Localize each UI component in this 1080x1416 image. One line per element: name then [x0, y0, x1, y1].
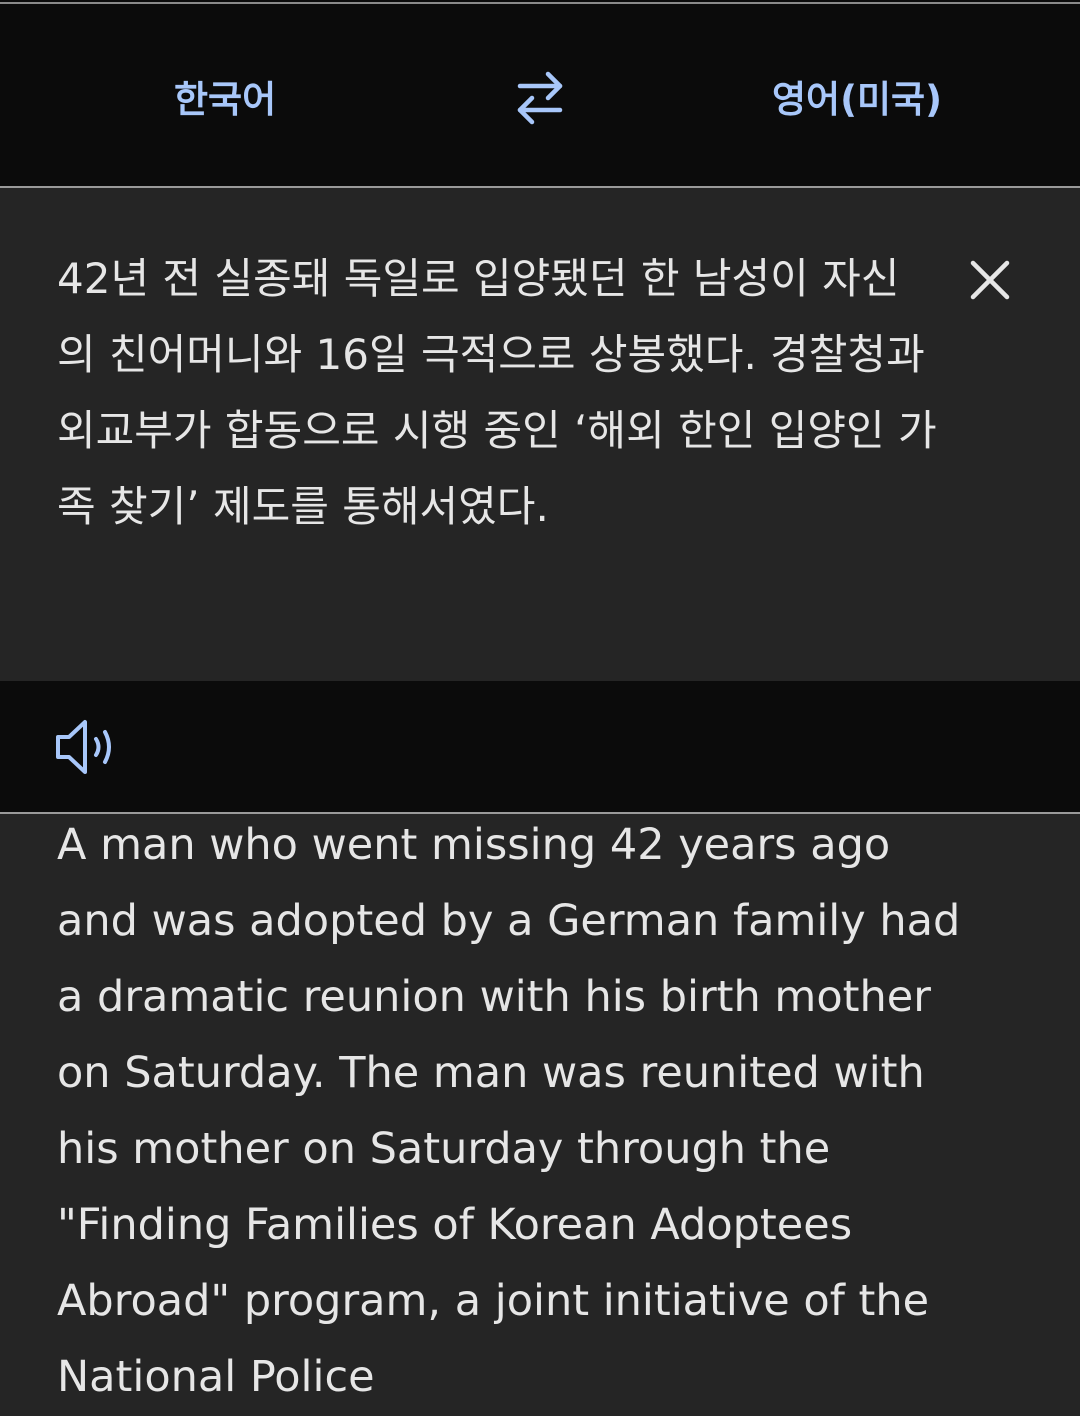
- speaker-icon[interactable]: [55, 717, 127, 777]
- language-bar: 한국어 영어(미국): [0, 4, 1080, 186]
- source-text-panel: 42년 전 실종돼 독일로 입양됐던 한 남성이 자신의 친어머니와 16일 극…: [0, 188, 1080, 681]
- target-language-button[interactable]: 영어(미국): [772, 74, 942, 126]
- source-language-button[interactable]: 한국어: [174, 74, 276, 126]
- translation-text[interactable]: A man who went missing 42 years ago and …: [57, 814, 977, 1415]
- close-icon[interactable]: [966, 256, 1014, 304]
- action-bar: [0, 681, 1080, 812]
- swap-arrows-icon[interactable]: [508, 66, 570, 132]
- translation-panel: A man who went missing 42 years ago and …: [0, 814, 1080, 1416]
- source-text[interactable]: 42년 전 실종돼 독일로 입양됐던 한 남성이 자신의 친어머니와 16일 극…: [57, 241, 937, 545]
